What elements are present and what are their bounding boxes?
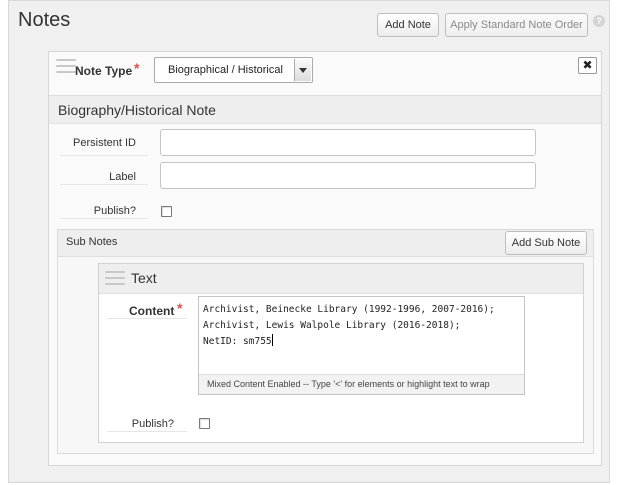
persistent-id-label: Persistent ID (73, 137, 136, 149)
label-input[interactable] (160, 162, 536, 189)
publish-label: Publish? (93, 205, 136, 217)
publish-checkbox[interactable] (161, 206, 172, 217)
note-type-label: Note Type (75, 64, 133, 78)
remove-note-button[interactable]: ✖ (578, 57, 597, 74)
divider (60, 218, 148, 219)
divider (60, 155, 148, 156)
text-sub-note-title: Text (131, 270, 157, 286)
add-note-button[interactable]: Add Note (377, 13, 439, 37)
chevron-down-icon[interactable] (294, 59, 311, 81)
note-type-select[interactable]: Biographical / Historical (154, 57, 313, 83)
divider (107, 431, 187, 432)
required-marker: * (134, 60, 140, 76)
section-title: Biography/Historical Note (58, 102, 216, 118)
page-title: Notes (18, 9, 71, 31)
sub-note-publish-checkbox[interactable] (199, 418, 210, 429)
add-sub-note-button[interactable]: Add Sub Note (505, 231, 587, 255)
drag-handle-icon[interactable] (56, 59, 76, 75)
question-circle-icon[interactable]: ? (593, 15, 605, 27)
drag-handle-icon[interactable] (105, 271, 125, 287)
content-editor[interactable]: Archivist, Beinecke Library (1992-1996, … (198, 296, 525, 395)
editor-hint: Mixed Content Enabled -- Type '<' for el… (199, 374, 524, 394)
required-marker: * (177, 300, 183, 316)
label-label: Label (109, 171, 136, 183)
content-line: Archivist, Beinecke Library (1992-1996, … (203, 304, 495, 315)
text-sub-note-header (99, 264, 583, 294)
content-label: Content (129, 304, 175, 318)
text-caret (271, 334, 273, 346)
divider (60, 184, 148, 185)
apply-standard-note-order-button[interactable]: Apply Standard Note Order (445, 13, 588, 37)
divider (107, 318, 187, 319)
publish-label: Publish? (131, 418, 174, 430)
content-line: Archivist, Lewis Walpole Library (2016-2… (203, 320, 461, 331)
persistent-id-input[interactable] (160, 129, 536, 156)
content-line: NetID: sm755 (203, 336, 272, 347)
sub-notes-title: Sub Notes (66, 236, 118, 248)
note-type-value: Biographical / Historical (168, 64, 283, 76)
content-text[interactable]: Archivist, Beinecke Library (1992-1996, … (203, 302, 520, 350)
